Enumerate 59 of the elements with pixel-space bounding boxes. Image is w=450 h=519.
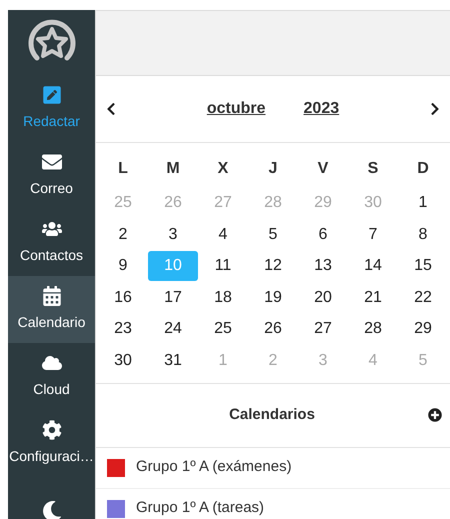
weekday-label: S — [368, 159, 378, 179]
weekday-label: D — [417, 159, 429, 179]
day-cell[interactable]: 11 — [198, 251, 248, 281]
day-cell[interactable]: 17 — [148, 282, 198, 312]
day-cell[interactable]: 21 — [348, 282, 398, 312]
day-cell[interactable]: 14 — [348, 251, 398, 281]
day-cell[interactable]: 20 — [298, 282, 348, 312]
edit-icon — [42, 85, 62, 105]
nav-item[interactable]: Calendario — [8, 276, 95, 343]
day-cell[interactable]: 28 — [348, 314, 398, 344]
day-cell[interactable]: 31 — [148, 346, 198, 376]
day-cell[interactable]: 1 — [398, 188, 448, 218]
weekday-label: M — [166, 159, 180, 179]
day-cell[interactable]: 26 — [248, 314, 298, 344]
cloud-icon — [42, 353, 62, 373]
calendar-name: Grupo 1º A (tareas) — [136, 498, 264, 518]
day-cell[interactable]: 24 — [148, 314, 198, 344]
weekday-label: V — [318, 159, 328, 179]
day-cell[interactable]: 3 — [148, 220, 198, 250]
nav-item[interactable]: Configuraci… — [8, 410, 95, 477]
add-icon — [428, 408, 442, 422]
add-button[interactable] — [428, 408, 442, 422]
day-cell[interactable]: 27 — [298, 314, 348, 344]
calendar-name: Grupo 1º A (exámenes) — [136, 457, 292, 478]
section-title: Calendarios — [228, 404, 316, 425]
moon-icon — [42, 500, 62, 519]
day-cell[interactable]: 9 — [98, 251, 148, 281]
day-cell[interactable]: 15 — [398, 251, 448, 281]
day-cell[interactable]: 30 — [98, 346, 148, 376]
weekday-label: J — [268, 159, 278, 179]
day-cell[interactable]: 16 — [98, 282, 148, 312]
day-cell[interactable]: 8 — [398, 220, 448, 250]
day-cell[interactable]: 22 — [398, 282, 448, 312]
day-cell[interactable]: 23 — [98, 314, 148, 344]
day-cell[interactable]: 25 — [198, 314, 248, 344]
nav-item[interactable]: Redactar — [8, 75, 95, 142]
weekday-label: X — [218, 159, 228, 179]
day-cell[interactable]: 7 — [348, 220, 398, 250]
day-cell[interactable]: 12 — [248, 251, 298, 281]
month-link[interactable]: octubre — [206, 97, 266, 121]
mail-icon — [42, 152, 62, 172]
nav-item[interactable]: Cloud — [8, 343, 95, 410]
weekday-label: L — [118, 159, 128, 179]
nav-item[interactable]: Correo — [8, 142, 95, 209]
day-cell[interactable]: 19 — [248, 282, 298, 312]
day-cell[interactable]: 4 — [198, 220, 248, 250]
settings-icon — [42, 420, 62, 440]
users-icon — [42, 219, 62, 239]
day-cell[interactable]: 29 — [398, 314, 448, 344]
calendar-icon — [42, 286, 62, 306]
year-link[interactable]: 2023 — [304, 97, 340, 121]
day-cell[interactable]: 6 — [298, 220, 348, 250]
day-cell[interactable]: 5 — [248, 220, 298, 250]
nav-item[interactable]: Contactos — [8, 209, 95, 276]
day-cell[interactable]: 2 — [98, 220, 148, 250]
calendar-item[interactable]: Grupo 1º A (exámenes) — [96, 448, 450, 488]
day-cell[interactable]: 13 — [298, 251, 348, 281]
calendar-item[interactable]: Grupo 1º A (tareas) — [96, 488, 450, 519]
day-cell[interactable]: 18 — [198, 282, 248, 312]
